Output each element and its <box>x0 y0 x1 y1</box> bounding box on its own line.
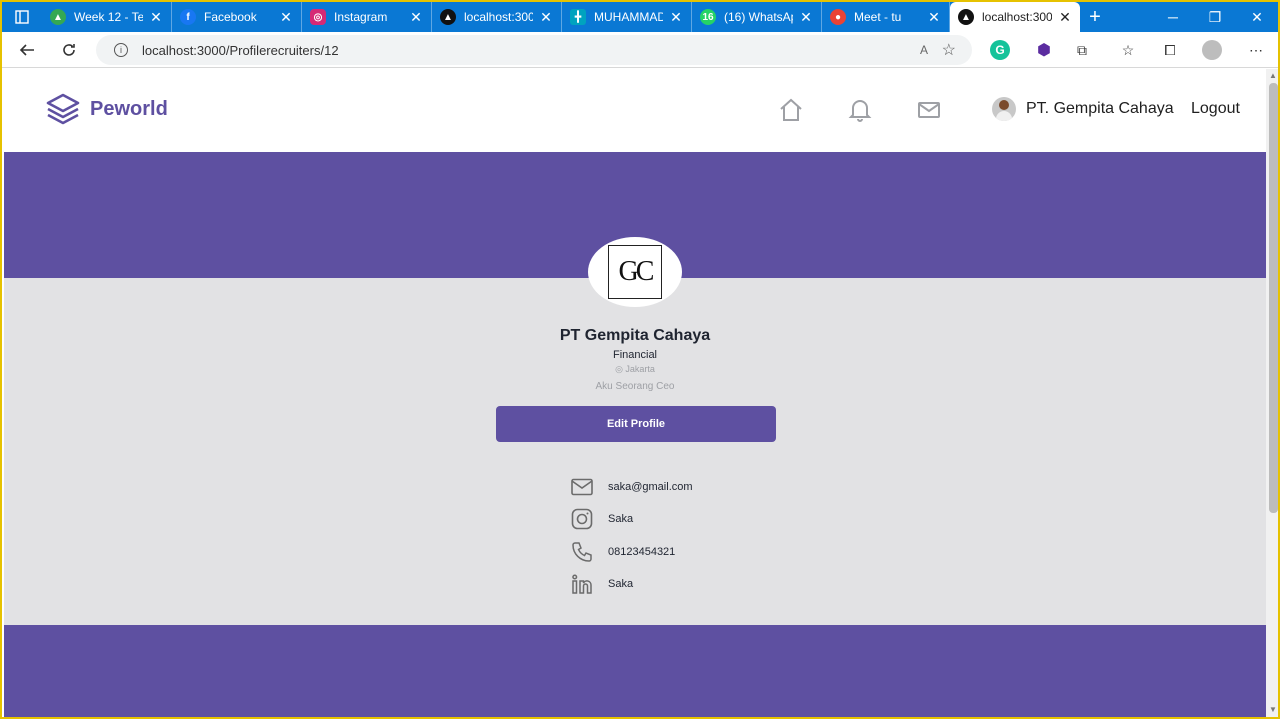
tab-title: Instagram <box>334 10 388 24</box>
brand-name: Peworld <box>90 97 168 120</box>
tab-strip: ▲ Week 12 - Tex ✕ f Facebook ✕ ◎ Instagr… <box>2 2 1278 32</box>
address-bar[interactable]: i localhost:3000/Profilerecruiters/12 A … <box>96 35 972 65</box>
next-icon: ▲ <box>958 9 974 25</box>
grammarly-icon[interactable]: G <box>990 40 1010 60</box>
page-footer <box>4 625 1266 717</box>
edit-profile-button[interactable]: Edit Profile <box>496 406 776 442</box>
extensions-icon[interactable]: ⧉ <box>1072 40 1092 60</box>
contact-email[interactable]: saka@gmail.com <box>570 475 693 499</box>
scroll-up-icon[interactable]: ▲ <box>1269 71 1277 80</box>
tab-title: Meet - tu <box>854 10 902 24</box>
browser-toolbar: i localhost:3000/Profilerecruiters/12 A … <box>2 32 1278 68</box>
close-icon[interactable]: ✕ <box>539 9 553 26</box>
tab-title: localhost:3000 <box>982 10 1052 24</box>
refresh-button[interactable] <box>48 32 90 68</box>
logout-link[interactable]: Logout <box>1191 100 1240 118</box>
tab-whatsapp[interactable]: 16 (16) WhatsApp ✕ <box>692 2 822 32</box>
location-text: Jakarta <box>625 364 655 374</box>
bell-icon[interactable] <box>847 97 873 123</box>
scrollbar-thumb[interactable] <box>1269 83 1278 513</box>
tab-title: localhost:3000 <box>464 10 533 24</box>
tab-localhost-active[interactable]: ▲ localhost:3000 ✕ <box>950 2 1080 32</box>
contact-phone[interactable]: 08123454321 <box>570 540 675 564</box>
close-icon[interactable]: ✕ <box>409 9 423 26</box>
contact-email-text: saka@gmail.com <box>608 481 693 493</box>
window-controls: ─ ❐ ✕ <box>1152 2 1278 32</box>
browser-window: ▲ Week 12 - Tex ✕ f Facebook ✕ ◎ Instagr… <box>0 0 1280 719</box>
company-location: ◎ Jakarta <box>4 364 1266 375</box>
collections-icon[interactable]: ⧠ <box>1160 40 1180 60</box>
close-icon[interactable]: ✕ <box>279 9 293 26</box>
extension-school-icon[interactable]: ⬢ <box>1034 40 1054 60</box>
layers-icon <box>46 93 80 125</box>
tab-instagram[interactable]: ◎ Instagram ✕ <box>302 2 432 32</box>
close-icon[interactable]: ✕ <box>927 9 941 26</box>
whatsapp-icon: 16 <box>700 9 716 25</box>
vertical-scrollbar[interactable]: ▲ ▼ <box>1266 69 1278 717</box>
drive-icon: ▲ <box>50 9 66 25</box>
brand-logo[interactable]: Peworld <box>46 93 168 125</box>
info-icon[interactable]: i <box>114 43 128 57</box>
mail-icon <box>570 475 594 499</box>
close-icon[interactable]: ✕ <box>669 9 683 26</box>
phone-icon <box>570 540 594 564</box>
close-window-icon[interactable]: ✕ <box>1236 2 1278 32</box>
favorites-icon[interactable]: ☆ <box>1118 40 1138 60</box>
contact-instagram-text: Saka <box>608 513 634 525</box>
close-icon[interactable]: ✕ <box>799 9 813 26</box>
app-navbar: Peworld PT. Gempita Cahaya Logout <box>4 69 1266 152</box>
back-arrow-icon <box>19 43 34 56</box>
add-favorite-icon[interactable]: ☆ <box>942 40 956 60</box>
refresh-icon <box>63 43 75 56</box>
page-viewport: Peworld PT. Gempita Cahaya Logout GC PT … <box>4 69 1266 717</box>
location-pin-icon: ◎ <box>615 364 626 374</box>
contact-phone-text: 08123454321 <box>608 546 676 558</box>
home-icon[interactable] <box>778 97 804 123</box>
user-name[interactable]: PT. Gempita Cahaya <box>1026 100 1174 118</box>
user-menu[interactable]: PT. Gempita Cahaya <box>992 97 1174 121</box>
contact-linkedin-text: Saka <box>608 578 634 590</box>
mail-icon[interactable] <box>916 97 942 123</box>
profile-avatar-icon[interactable] <box>1202 40 1222 60</box>
instagram-icon <box>570 507 594 531</box>
tab-week12[interactable]: ▲ Week 12 - Tex ✕ <box>42 2 172 32</box>
meet-icon: ● <box>830 9 846 25</box>
scroll-down-icon[interactable]: ▼ <box>1269 705 1277 714</box>
tab-title: Facebook <box>204 10 257 24</box>
address-url[interactable]: localhost:3000/Profilerecruiters/12 <box>142 43 339 58</box>
restore-icon[interactable]: ❐ <box>1194 2 1236 32</box>
linkedin-icon <box>570 572 594 596</box>
company-logo-mark: GC <box>608 245 662 299</box>
tab-actions-button[interactable] <box>2 2 42 32</box>
company-logo: GC <box>588 237 682 307</box>
company-name: PT Gempita Cahaya <box>559 327 711 344</box>
tab-localhost[interactable]: ▲ localhost:3000 ✕ <box>432 2 562 32</box>
tab-meet[interactable]: ● Meet - tu ✕ <box>822 2 950 32</box>
close-icon[interactable]: ✕ <box>149 9 163 26</box>
next-icon: ▲ <box>440 9 456 25</box>
user-avatar[interactable] <box>992 97 1016 121</box>
back-button[interactable] <box>6 32 48 68</box>
instagram-icon: ◎ <box>310 9 326 25</box>
tab-facebook[interactable]: f Facebook ✕ <box>172 2 302 32</box>
tab-muhammad[interactable]: ╋ MUHAMMAD ✕ <box>562 2 692 32</box>
contact-instagram[interactable]: Saka <box>570 507 633 531</box>
more-menu-icon[interactable]: ⋯ <box>1246 40 1266 60</box>
new-tab-button[interactable]: + <box>1080 6 1110 29</box>
tab-title: MUHAMMAD <box>594 10 663 24</box>
trello-icon: ╋ <box>570 9 586 25</box>
tab-title: Week 12 - Tex <box>74 10 143 24</box>
contact-linkedin[interactable]: Saka <box>570 572 633 596</box>
company-logo-text: GC <box>618 256 655 287</box>
tab-title: (16) WhatsApp <box>724 10 793 24</box>
facebook-icon: f <box>180 9 196 25</box>
minimize-icon[interactable]: ─ <box>1152 2 1194 32</box>
read-aloud-icon[interactable]: A <box>920 43 928 57</box>
close-icon[interactable]: ✕ <box>1058 9 1072 26</box>
company-bio: Aku Seorang Ceo <box>595 381 675 392</box>
tab-actions-icon <box>15 10 29 24</box>
company-industry: Financial <box>612 349 658 361</box>
